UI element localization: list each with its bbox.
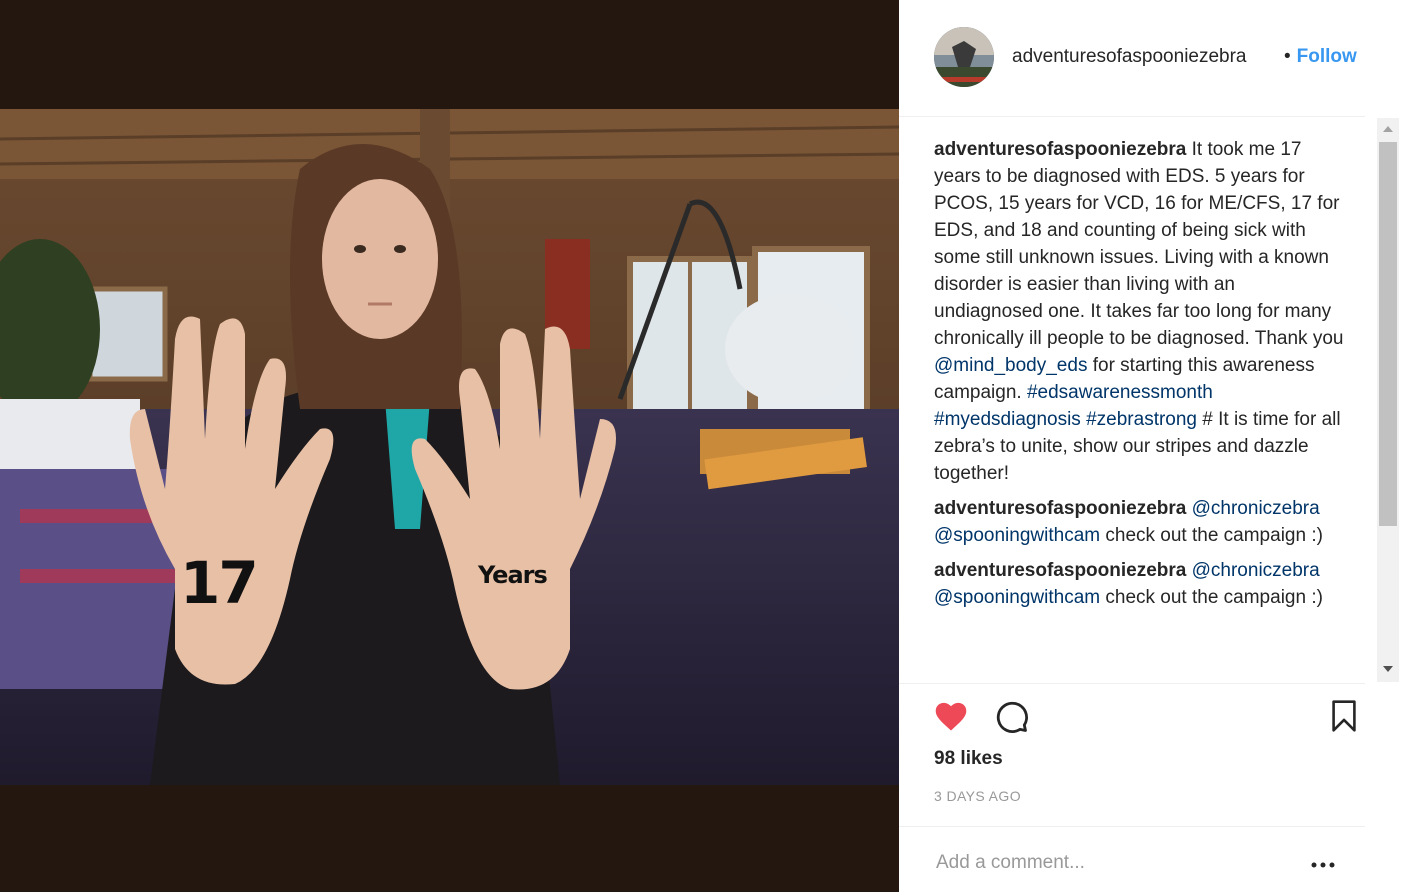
post-actions: 98 likes 3 DAYS AGO xyxy=(899,683,1365,892)
comment-username[interactable]: adventuresofaspooniezebra xyxy=(934,139,1186,160)
mention-link[interactable]: @spooningwithcam xyxy=(934,587,1100,608)
post-photo[interactable]: 17 Years xyxy=(0,109,899,785)
comment-icon[interactable] xyxy=(995,700,1029,739)
media-pane: 17 Years xyxy=(0,0,899,892)
comments-scrollbar[interactable] xyxy=(1377,118,1399,682)
likes-count[interactable]: 98 likes xyxy=(934,748,1003,770)
photo-illustration xyxy=(0,109,899,785)
more-options-icon[interactable] xyxy=(1311,855,1335,873)
follow-area: • Follow xyxy=(1284,46,1357,68)
post-header: adventuresofaspooniezebra • Follow xyxy=(899,0,1365,117)
bookmark-icon[interactable] xyxy=(1331,700,1357,737)
hand-left-text: 17 xyxy=(180,549,259,617)
add-comment-input[interactable] xyxy=(934,847,1288,879)
mention-link[interactable]: @chroniczebra xyxy=(1192,498,1320,519)
comment-item: adventuresofaspooniezebra @chroniczebra … xyxy=(934,557,1346,611)
mention-link[interactable]: @chroniczebra xyxy=(1192,560,1320,581)
add-comment-bar xyxy=(899,826,1365,892)
comment-item: adventuresofaspooniezebra @chroniczebra … xyxy=(934,495,1346,549)
post-timestamp: 3 DAYS AGO xyxy=(934,788,1021,804)
hand-right-text: Years xyxy=(478,561,548,589)
comment-text: It took me 17 years to be diagnosed with… xyxy=(934,139,1344,349)
heart-icon[interactable] xyxy=(933,700,969,737)
comment-text: check out the campaign :) xyxy=(1100,587,1323,608)
avatar[interactable] xyxy=(934,27,994,87)
comment-text: check out the campaign :) xyxy=(1100,525,1323,546)
comment-username[interactable]: adventuresofaspooniezebra xyxy=(934,498,1186,519)
mention-link[interactable]: @mind_body_eds xyxy=(934,355,1087,376)
hashtag-link[interactable]: #zebrastrong xyxy=(1086,409,1197,430)
follow-button[interactable]: Follow xyxy=(1297,46,1357,67)
header-username[interactable]: adventuresofaspooniezebra xyxy=(1012,46,1247,68)
avatar-image xyxy=(934,27,994,87)
post-viewer: 17 Years adventuresofaspooniezebra • Foll… xyxy=(0,0,1403,892)
side-pane: adventuresofaspooniezebra • Follow advent… xyxy=(899,0,1403,892)
comments-list: adventuresofaspooniezebra It took me 17 … xyxy=(934,136,1346,682)
scroll-thumb[interactable] xyxy=(1379,142,1397,526)
mention-link[interactable]: @spooningwithcam xyxy=(934,525,1100,546)
follow-separator: • xyxy=(1284,46,1291,67)
hashtag-link[interactable]: #edsawarenessmonth xyxy=(1027,382,1213,403)
scroll-down-arrow-icon[interactable] xyxy=(1383,666,1393,672)
hashtag-link[interactable]: #myedsdiagnosis xyxy=(934,409,1081,430)
comment-username[interactable]: adventuresofaspooniezebra xyxy=(934,560,1186,581)
comment-item: adventuresofaspooniezebra It took me 17 … xyxy=(934,136,1346,487)
scroll-up-arrow-icon[interactable] xyxy=(1383,126,1393,132)
